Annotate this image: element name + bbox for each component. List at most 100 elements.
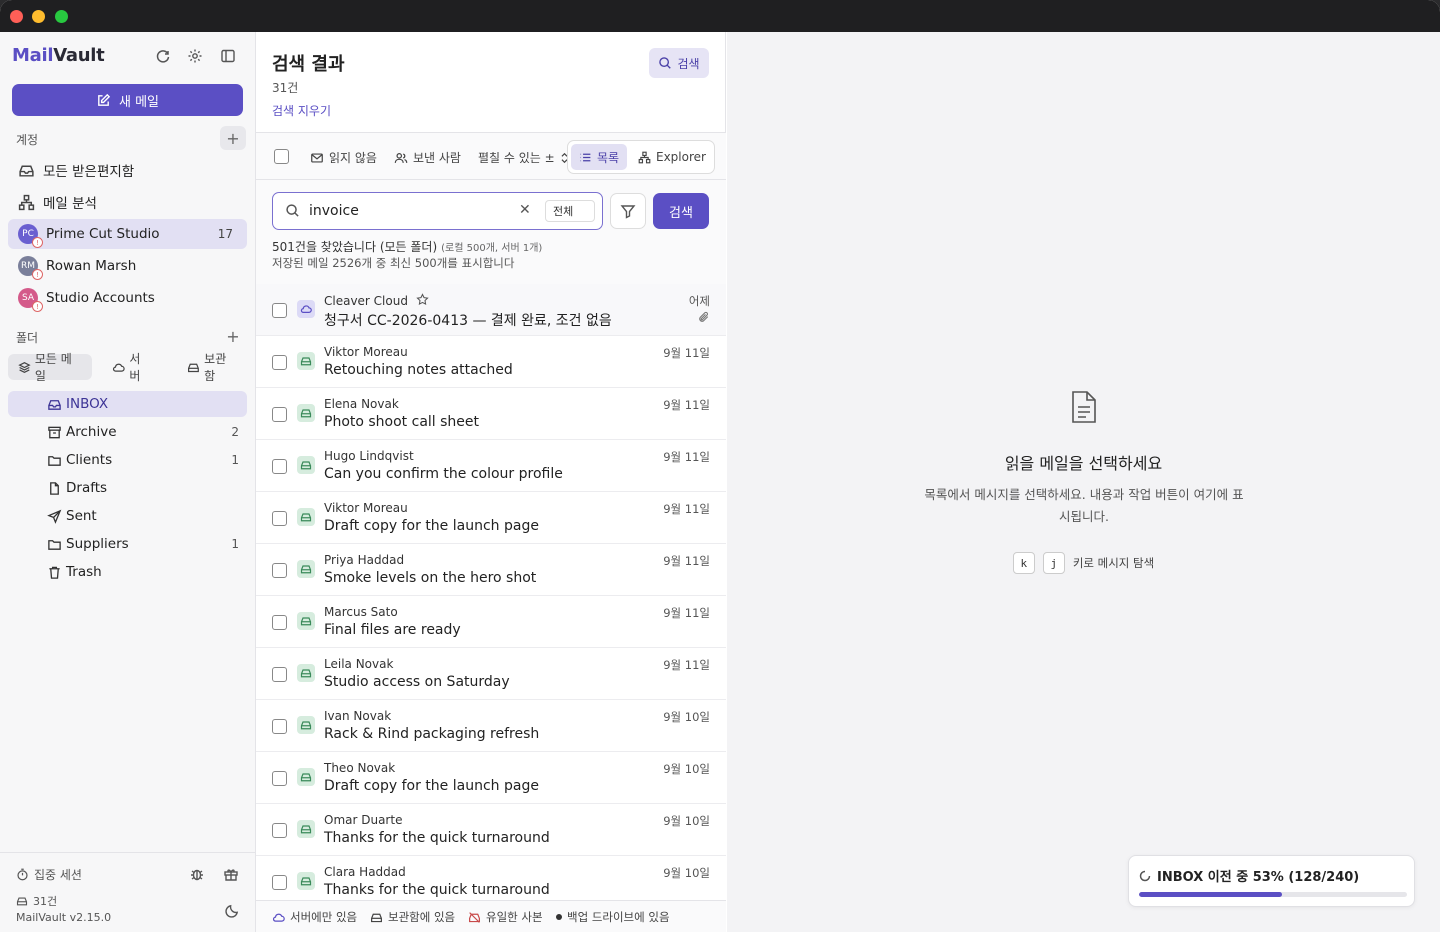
view-explorer-button[interactable]: Explorer xyxy=(630,144,714,170)
bug-icon[interactable] xyxy=(187,864,207,884)
folder-count: 2 xyxy=(231,425,239,439)
search-toggle-button[interactable]: 검색 xyxy=(649,48,709,78)
minimize-window-button[interactable] xyxy=(32,10,45,23)
row-sender: Cleaver Cloud xyxy=(324,293,429,309)
legend-backup-drive: 백업 드라이브에 있음 xyxy=(556,909,670,925)
refresh-icon[interactable] xyxy=(153,46,173,66)
folder-inbox[interactable]: INBOX xyxy=(8,391,247,417)
message-row[interactable]: Theo Novak Draft copy for the launch page… xyxy=(256,752,726,804)
message-row[interactable]: Priya Haddad Smoke levels on the hero sho… xyxy=(256,544,726,596)
folder-suppliers[interactable]: Suppliers 1 xyxy=(8,531,247,557)
gift-icon[interactable] xyxy=(221,864,241,884)
message-row[interactable]: Hugo Lindqvist Can you confirm the colour… xyxy=(256,440,726,492)
segment-server[interactable]: 서버 xyxy=(102,352,161,383)
new-mail-button[interactable]: 새 메일 xyxy=(12,84,243,116)
zoom-window-button[interactable] xyxy=(55,10,68,23)
search-scope-select[interactable]: 전체 xyxy=(545,200,595,222)
star-icon[interactable] xyxy=(416,293,429,309)
file-icon xyxy=(46,480,62,496)
row-checkbox[interactable] xyxy=(272,667,287,682)
row-date: 9월 11일 xyxy=(663,450,710,464)
legend-unique-copy: 유일한 사본 xyxy=(468,909,543,925)
unread-count: 17 xyxy=(217,227,233,241)
row-checkbox[interactable] xyxy=(272,615,287,630)
close-window-button[interactable] xyxy=(10,10,23,23)
filter-button[interactable] xyxy=(610,193,646,229)
message-row[interactable]: Marcus Sato Final files are ready 9월 11일 xyxy=(256,596,726,648)
row-checkbox[interactable] xyxy=(272,407,287,422)
row-checkbox[interactable] xyxy=(272,563,287,578)
clear-search-icon[interactable]: ✕ xyxy=(519,202,531,218)
row-subject: Photo shoot call sheet xyxy=(324,414,480,430)
filter-unread[interactable]: 읽지 않음 xyxy=(310,149,377,166)
row-date: 9월 11일 xyxy=(663,502,710,516)
row-subject: Draft copy for the launch page xyxy=(324,518,539,534)
view-list-button[interactable]: 목록 xyxy=(571,144,628,170)
add-account-button[interactable]: + xyxy=(220,126,246,150)
search-submit-button[interactable]: 검색 xyxy=(653,193,709,229)
drive-off-icon xyxy=(469,911,480,923)
row-checkbox[interactable] xyxy=(272,719,287,734)
mail-analysis-item[interactable]: 메일 분석 xyxy=(8,187,247,217)
message-row[interactable]: Clara Haddad Thanks for the quick turnaro… xyxy=(256,856,726,900)
sidebar-toggle-icon[interactable] xyxy=(218,46,238,66)
search-input[interactable] xyxy=(309,201,509,221)
row-checkbox[interactable] xyxy=(272,355,287,370)
message-row[interactable]: Ivan Novak Rack & Rind packaging refresh 9… xyxy=(256,700,726,752)
mail-analysis-label: 메일 분석 xyxy=(43,196,97,212)
drive-icon xyxy=(297,560,315,578)
row-checkbox[interactable] xyxy=(272,823,287,838)
filter-icon xyxy=(620,205,636,219)
row-date: 9월 10일 xyxy=(663,866,710,880)
key-hint-label: 키로 메시지 탐색 xyxy=(1072,556,1155,570)
message-row[interactable]: Cleaver Cloud 청구서 CC-2026-0413 — 결제 완료, 조… xyxy=(256,284,726,336)
folder-trash[interactable]: Trash xyxy=(8,559,247,585)
row-checkbox[interactable] xyxy=(272,511,287,526)
clear-search-link[interactable]: 검색 지우기 xyxy=(272,102,331,119)
message-row[interactable]: Elena Novak Photo shoot call sheet 9월 11일 xyxy=(256,388,726,440)
message-row[interactable]: Viktor Moreau Draft copy for the launch p… xyxy=(256,492,726,544)
select-all-checkbox[interactable] xyxy=(274,149,289,164)
folder-sent[interactable]: Sent xyxy=(8,503,247,529)
trash-icon xyxy=(46,564,62,580)
mail-icon xyxy=(311,152,323,163)
row-checkbox[interactable] xyxy=(272,771,287,786)
folder-icon xyxy=(46,452,62,468)
reader-pane: 읽을 메일을 선택하세요 목록에서 메시지를 선택하세요. 내용과 작업 버튼이… xyxy=(727,32,1440,932)
inbox-icon xyxy=(19,165,34,177)
folder-archive[interactable]: Archive 2 xyxy=(8,419,247,445)
row-date: 9월 11일 xyxy=(663,554,710,568)
focus-session-button[interactable]: 집중 세션 xyxy=(16,866,82,883)
account-prime-cut-studio[interactable]: PC! Prime Cut Studio 17 xyxy=(8,219,247,249)
progress-text: INBOX 이전 중 53% (128/240) xyxy=(1139,866,1359,885)
account-rowan-marsh[interactable]: RM! Rowan Marsh xyxy=(8,251,247,281)
expandable-select[interactable]: 펼칠 수 있는 ± xyxy=(478,149,569,166)
key-j: j xyxy=(1042,552,1065,574)
row-checkbox[interactable] xyxy=(272,459,287,474)
row-date: 9월 10일 xyxy=(663,762,710,776)
segment-all-mail[interactable]: 모든 메일 xyxy=(8,352,93,383)
drive-icon xyxy=(297,768,315,786)
account-studio-accounts[interactable]: SA! Studio Accounts xyxy=(8,283,247,313)
gear-icon[interactable] xyxy=(185,46,205,66)
message-row[interactable]: Viktor Moreau Retouching notes attached 9월… xyxy=(256,336,726,388)
folder-count: 1 xyxy=(231,537,239,551)
paperclip-icon xyxy=(698,311,710,327)
row-checkbox[interactable] xyxy=(272,303,287,318)
moon-icon[interactable] xyxy=(222,900,242,920)
folder-clients[interactable]: Clients 1 xyxy=(8,447,247,473)
filter-sender[interactable]: 보낸 사람 xyxy=(394,149,461,166)
folder-drafts[interactable]: Drafts xyxy=(8,475,247,501)
cloud-icon xyxy=(297,300,315,318)
all-inbox-item[interactable]: 모든 받은편지함 xyxy=(8,155,247,185)
search-icon xyxy=(285,203,300,222)
search-area: ✕ 전체 검색 501건을 찾았습니다 (모든 폴더)(로컬 500개, 서버 … xyxy=(256,180,726,286)
add-folder-button[interactable]: + xyxy=(220,324,246,348)
accounts-label: 계정 xyxy=(16,133,39,147)
storage-segment: 모든 메일 서버 보관함 xyxy=(8,352,247,383)
message-row[interactable]: Omar Duarte Thanks for the quick turnarou… xyxy=(256,804,726,856)
row-checkbox[interactable] xyxy=(272,875,287,890)
message-rows: Cleaver Cloud 청구서 CC-2026-0413 — 결제 완료, 조… xyxy=(256,284,726,900)
message-row[interactable]: Leila Novak Studio access on Saturday 9월 1… xyxy=(256,648,726,700)
segment-archive[interactable]: 보관함 xyxy=(177,352,247,383)
